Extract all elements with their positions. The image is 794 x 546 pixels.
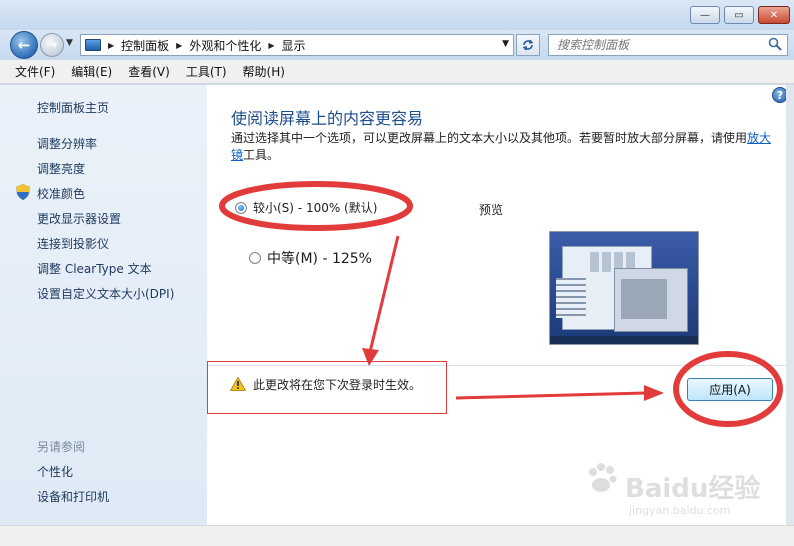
bottom-strip — [0, 525, 794, 546]
watermark: Baidu经验 jingyan.baidu.com — [585, 462, 765, 522]
sidebar-item-home[interactable]: 控制面板主页 — [37, 99, 109, 116]
sidebar-item-brightness[interactable]: 调整亮度 — [37, 160, 85, 177]
apply-button[interactable]: 应用(A) — [687, 378, 773, 401]
option-smaller[interactable]: 较小(S) - 100% (默认) — [235, 199, 377, 216]
sidebar-item-cleartype[interactable]: 调整 ClearType 文本 — [37, 260, 152, 277]
search-input[interactable] — [549, 35, 759, 55]
sidebar-item-calibrate-color[interactable]: 校准颜色 — [37, 185, 85, 202]
sidebar-item-devices-printers[interactable]: 设备和打印机 — [37, 488, 109, 505]
breadcrumb-arrow-icon[interactable]: ▶ — [268, 41, 274, 50]
forward-button[interactable]: → — [40, 33, 64, 57]
back-button[interactable]: ← — [10, 31, 38, 59]
preview-label: 预览 — [479, 203, 504, 217]
refresh-icon — [522, 39, 534, 51]
sidebar-item-display-settings[interactable]: 更改显示器设置 — [37, 210, 121, 227]
menu-tools[interactable]: 工具(T) — [183, 63, 230, 80]
radio-medium[interactable] — [249, 252, 261, 264]
sidebar-item-resolution[interactable]: 调整分辨率 — [37, 135, 97, 152]
search-box[interactable] — [548, 34, 788, 56]
menu-file[interactable]: 文件(F) — [12, 63, 58, 80]
sidebar: 控制面板主页 调整分辨率 调整亮度 校准颜色 更改显示器设置 连接到投影仪 调整… — [0, 85, 207, 525]
address-dropdown-icon[interactable]: ▼ — [502, 39, 509, 49]
sidebar-item-custom-dpi[interactable]: 设置自定义文本大小(DPI) — [37, 285, 174, 302]
watermark-url: jingyan.baidu.com — [629, 504, 731, 517]
watermark-brand: Baidu经验 — [625, 474, 761, 504]
menu-help[interactable]: 帮助(H) — [240, 63, 288, 80]
description-tail: 工具。 — [243, 148, 280, 162]
maximize-button[interactable]: ▭ — [724, 6, 754, 24]
menu-edit[interactable]: 编辑(E) — [68, 63, 115, 80]
paw-icon — [589, 463, 617, 492]
sidebar-item-personalization[interactable]: 个性化 — [37, 463, 73, 480]
control-panel-icon — [85, 39, 101, 51]
page-description: 通过选择其中一个选项，可以更改屏幕上的文本大小以及其他项。若要暂时放大部分屏幕，… — [231, 130, 776, 164]
option-smaller-label: 较小(S) - 100% (默认) — [253, 201, 378, 215]
sidebar-item-projector[interactable]: 连接到投影仪 — [37, 235, 109, 252]
warning-icon — [230, 377, 246, 391]
see-also-heading: 另请参阅 — [37, 440, 86, 454]
address-bar[interactable]: ▶ 控制面板 ▶ 外观和个性化 ▶ 显示 ▼ — [80, 34, 514, 56]
radio-smaller[interactable] — [235, 201, 247, 214]
menu-view[interactable]: 查看(V) — [125, 63, 173, 80]
option-medium-label: 中等(M) - 125% — [267, 251, 372, 267]
breadcrumb-control-panel[interactable]: 控制面板 — [121, 37, 169, 54]
search-icon[interactable] — [768, 37, 782, 51]
navigation-bar: ← → ▼ ▶ 控制面板 ▶ 外观和个性化 ▶ 显示 ▼ — [0, 30, 794, 60]
main-content: ? 使阅读屏幕上的内容更容易 通过选择其中一个选项，可以更改屏幕上的文本大小以及… — [207, 85, 794, 525]
option-medium[interactable]: 中等(M) - 125% — [249, 248, 372, 268]
shield-icon — [16, 184, 30, 200]
breadcrumb-display[interactable]: 显示 — [282, 37, 306, 54]
breadcrumb-arrow-icon[interactable]: ▶ — [108, 41, 114, 50]
warning-text: 此更改将在您下次登录时生效。 — [253, 378, 422, 392]
page-title: 使阅读屏幕上的内容更容易 — [231, 109, 424, 128]
refresh-button[interactable] — [516, 34, 540, 56]
close-button[interactable]: ✕ — [758, 6, 790, 24]
preview-image — [549, 231, 699, 345]
minimize-button[interactable]: — — [690, 6, 720, 24]
recent-pages-dropdown-icon[interactable]: ▼ — [66, 38, 73, 48]
breadcrumb-appearance[interactable]: 外观和个性化 — [189, 37, 261, 54]
title-bar: — ▭ ✕ — [0, 0, 794, 30]
breadcrumb-arrow-icon[interactable]: ▶ — [176, 41, 182, 50]
menu-bar: 文件(F) 编辑(E) 查看(V) 工具(T) 帮助(H) — [0, 60, 794, 84]
description-text: 通过选择其中一个选项，可以更改屏幕上的文本大小以及其他项。若要暂时放大部分屏幕，… — [231, 131, 748, 145]
window-edge — [786, 85, 794, 525]
